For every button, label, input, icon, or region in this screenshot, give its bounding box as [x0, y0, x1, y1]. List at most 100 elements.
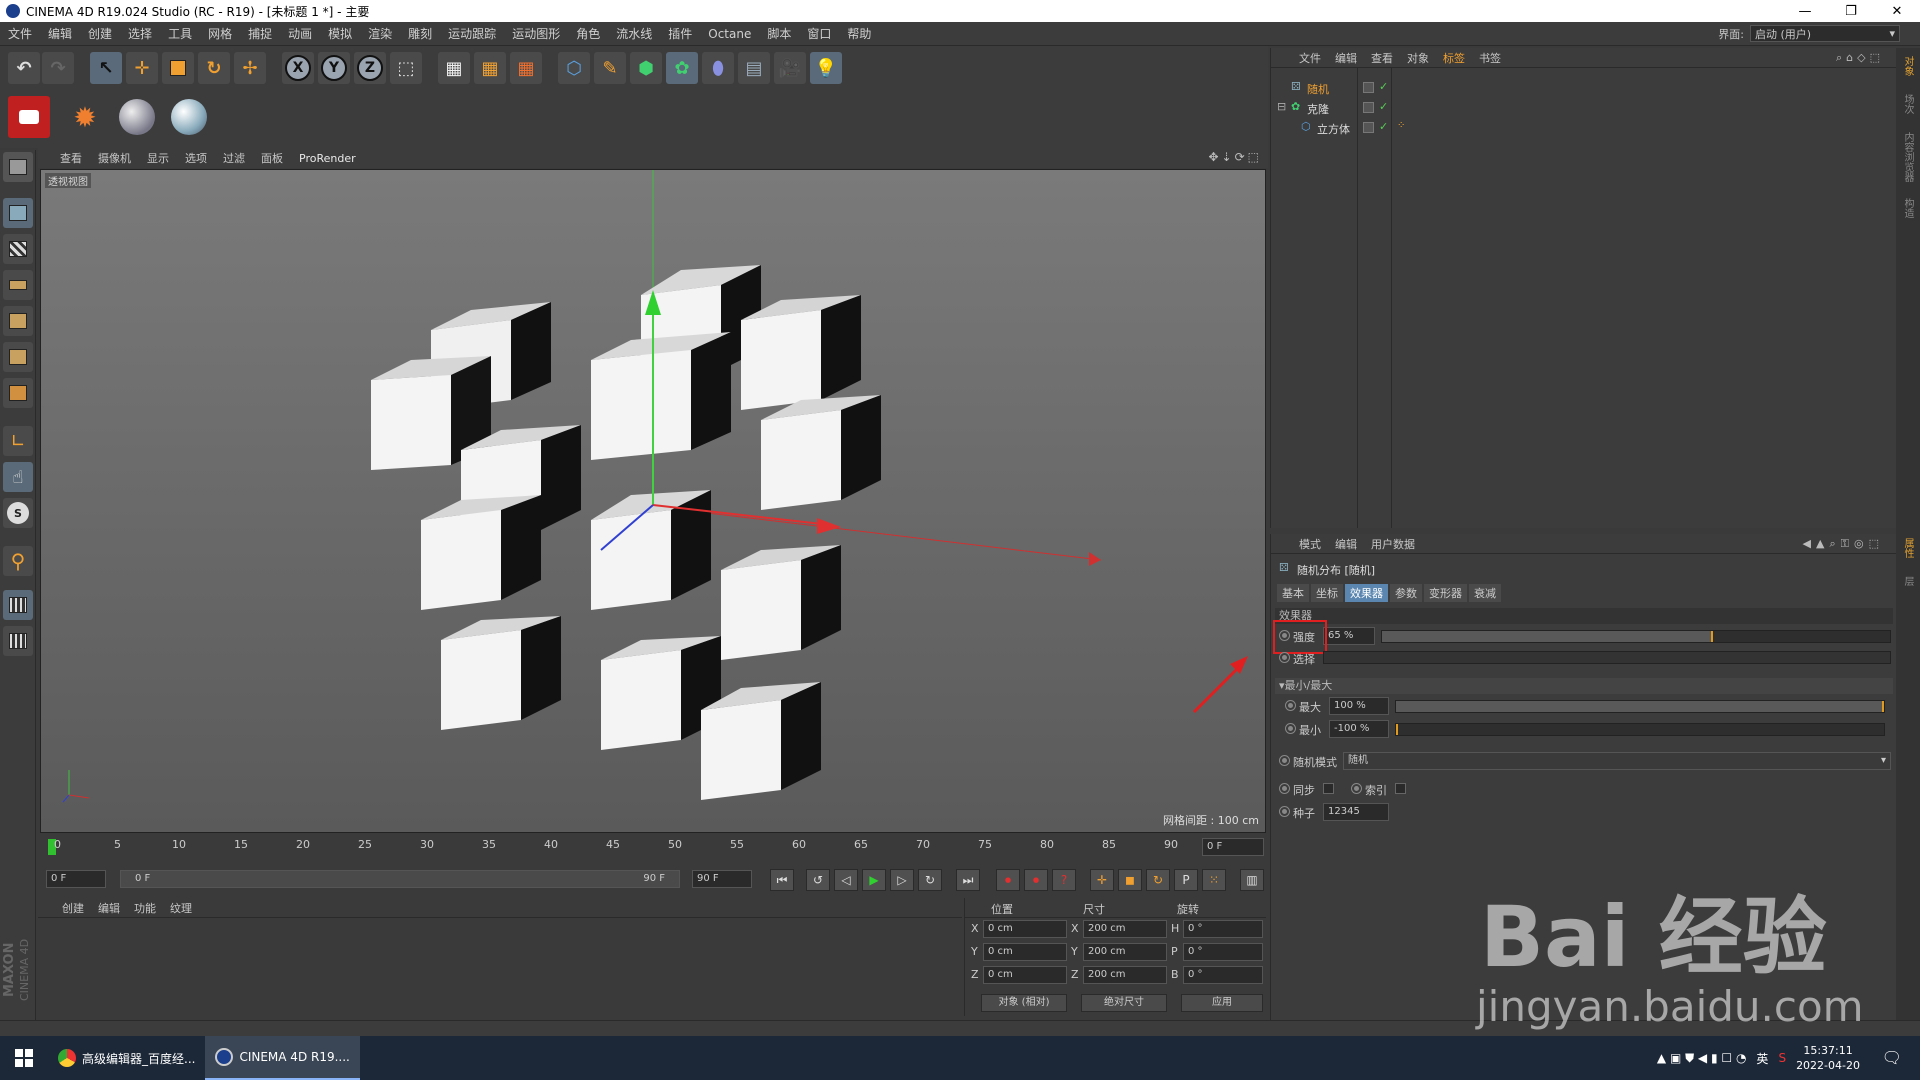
attr-menu-mode[interactable]: 模式	[1299, 536, 1321, 552]
menu-animate[interactable]: 动画	[280, 25, 320, 42]
side-tab-structure[interactable]: 构造	[1900, 198, 1915, 218]
redo-icon[interactable]: ↷	[42, 52, 74, 84]
cube-primitive-icon[interactable]: ⬡	[558, 52, 590, 84]
minimize-button[interactable]: —	[1782, 0, 1828, 22]
render-settings-icon[interactable]: ▦	[510, 52, 542, 84]
menu-octane[interactable]: Octane	[700, 27, 759, 41]
scale-icon[interactable]	[162, 52, 194, 84]
minmax-section-header[interactable]: ▾最小/最大	[1275, 678, 1893, 694]
random-mode-animate-toggle[interactable]	[1279, 755, 1290, 766]
keyframe-selection-icon[interactable]: ?	[1052, 869, 1076, 891]
sync-checkbox[interactable]	[1323, 783, 1334, 794]
glossy-material-ball-icon[interactable]	[168, 96, 210, 138]
viewport-menu-cameras[interactable]: 摄像机	[90, 150, 139, 166]
polygons-mode-icon[interactable]	[3, 378, 33, 408]
tray-icons[interactable]: ▲ ▣ ⛊ ◀ ▮ ☐ ◔	[1657, 1051, 1747, 1066]
render-picture-viewer-icon[interactable]: ▦	[474, 52, 506, 84]
key-position-icon[interactable]: ✛	[1090, 869, 1114, 891]
material-menu-function[interactable]: 功能	[134, 900, 156, 916]
next-frame-icon[interactable]: ▷	[890, 869, 914, 891]
subdivision-surface-icon[interactable]: ⬢	[630, 52, 662, 84]
index-animate-toggle[interactable]	[1351, 783, 1362, 794]
menu-file[interactable]: 文件	[0, 25, 40, 42]
min-slider-handle[interactable]	[1396, 724, 1398, 735]
sogou-icon[interactable]: S	[1778, 1051, 1786, 1065]
rot-h-field[interactable]: 0 °	[1183, 920, 1263, 938]
diffuse-material-ball-icon[interactable]	[116, 96, 158, 138]
goto-start-icon[interactable]: ⏮	[770, 869, 794, 891]
key-rotation-icon[interactable]: ↻	[1146, 869, 1170, 891]
transform-icon[interactable]: ✢	[234, 52, 266, 84]
viewport-menu-panel[interactable]: 面板	[253, 150, 291, 166]
restore-button[interactable]: ❐	[1828, 0, 1874, 22]
max-slider-handle[interactable]	[1882, 701, 1884, 712]
close-button[interactable]: ✕	[1874, 0, 1920, 22]
menu-mesh[interactable]: 网格	[200, 25, 240, 42]
menu-character[interactable]: 角色	[568, 25, 608, 42]
coordinate-system-icon[interactable]: ⬚	[390, 52, 422, 84]
z-axis-lock-icon[interactable]: Z	[354, 52, 386, 84]
tweak-mode-icon[interactable]: ☝	[3, 462, 33, 492]
menu-motion-tracker[interactable]: 运动跟踪	[440, 25, 504, 42]
menu-sculpt[interactable]: 雕刻	[400, 25, 440, 42]
selection-animate-toggle[interactable]	[1279, 652, 1290, 663]
ime-indicator[interactable]: 英	[1756, 1050, 1768, 1067]
sync-animate-toggle[interactable]	[1279, 783, 1290, 794]
octane-material-icon[interactable]: ✹	[64, 96, 106, 138]
tab-parameter[interactable]: 参数	[1390, 584, 1422, 602]
deformer-icon[interactable]: ⬮	[702, 52, 734, 84]
visibility-toggle[interactable]	[1363, 82, 1374, 93]
next-key-icon[interactable]: ↻	[918, 869, 942, 891]
locked-workplane-icon[interactable]	[3, 626, 33, 656]
menu-edit[interactable]: 编辑	[40, 25, 80, 42]
perspective-viewport[interactable]: 透视视图 网格间距 : 100 cm	[40, 169, 1266, 833]
menu-mograph[interactable]: 运动图形	[504, 25, 568, 42]
viewport-menu-view[interactable]: 查看	[52, 150, 90, 166]
octane-live-viewer-icon[interactable]	[8, 96, 50, 138]
axis-mode-icon[interactable]: ∟	[3, 426, 33, 456]
pen-spline-icon[interactable]: ✎	[594, 52, 626, 84]
side-tab-layers[interactable]: 层	[1900, 576, 1915, 586]
clock[interactable]: 15:37:11 2022-04-20	[1796, 1043, 1860, 1073]
collapse-icon[interactable]: ⊟	[1277, 100, 1286, 113]
model-mode-icon[interactable]	[3, 198, 33, 228]
menu-simulate[interactable]: 模拟	[320, 25, 360, 42]
move-icon[interactable]: ✛	[126, 52, 158, 84]
size-x-field[interactable]: 200 cm	[1083, 920, 1167, 938]
floor-environment-icon[interactable]: ▤	[738, 52, 770, 84]
goto-end-icon[interactable]: ⏭	[956, 869, 980, 891]
menu-render[interactable]: 渲染	[360, 25, 400, 42]
object-menu-tags[interactable]: 标签	[1443, 50, 1465, 66]
workplane-mode-icon[interactable]	[3, 270, 33, 300]
menu-snap[interactable]: 捕捉	[240, 25, 280, 42]
viewport-menu-options[interactable]: 选项	[177, 150, 215, 166]
cloner-icon[interactable]: ✿	[666, 52, 698, 84]
make-editable-icon[interactable]	[3, 152, 33, 182]
side-tab-objects[interactable]: 对象	[1900, 56, 1915, 76]
record-keys-icon[interactable]: ⏺	[996, 869, 1020, 891]
menu-plugins[interactable]: 插件	[660, 25, 700, 42]
size-mode-select[interactable]: 绝对尺寸	[1081, 994, 1167, 1012]
material-menu-texture[interactable]: 纹理	[170, 900, 192, 916]
min-slider[interactable]	[1395, 723, 1885, 736]
start-frame-field[interactable]: 0 F	[46, 870, 106, 888]
attr-menu-userdata[interactable]: 用户数据	[1371, 536, 1415, 552]
object-menu-edit[interactable]: 编辑	[1335, 50, 1357, 66]
taskbar-app-cinema4d[interactable]: CINEMA 4D R19....	[205, 1036, 360, 1080]
current-frame-field[interactable]: 0 F	[1202, 838, 1264, 856]
size-y-field[interactable]: 200 cm	[1083, 943, 1167, 961]
visibility-toggle[interactable]	[1363, 122, 1374, 133]
timeline[interactable]: 0 5 10 15 20 25 30 35 40 45 50 55 60 65 …	[40, 836, 1266, 860]
visibility-toggle[interactable]	[1363, 102, 1374, 113]
rotate-icon[interactable]: ↻	[198, 52, 230, 84]
frame-range-slider[interactable]: 0 F 90 F	[120, 870, 680, 888]
seed-animate-toggle[interactable]	[1279, 806, 1290, 817]
tab-effector[interactable]: 效果器	[1345, 584, 1388, 602]
object-manager-search-icons[interactable]: ⌕⌂◇⬚	[1836, 51, 1884, 65]
object-menu-file[interactable]: 文件	[1299, 50, 1321, 66]
end-frame-field[interactable]: 90 F	[692, 870, 752, 888]
render-view-icon[interactable]: ▦	[438, 52, 470, 84]
play-icon[interactable]: ▶	[862, 869, 886, 891]
select-arrow-icon[interactable]: ↖	[90, 52, 122, 84]
timeline-window-icon[interactable]: ▥	[1240, 869, 1264, 891]
